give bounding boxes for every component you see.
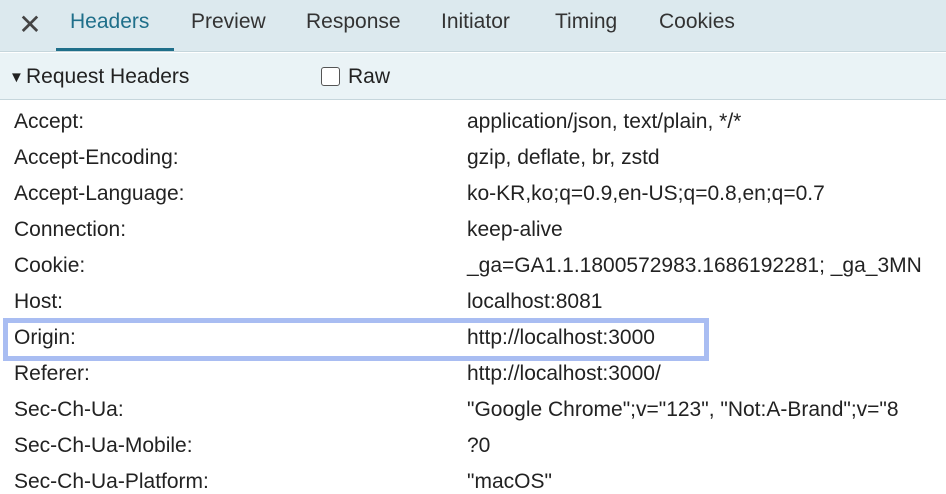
header-value: "macOS": [467, 470, 552, 493]
expand-triangle-icon[interactable]: ▼: [9, 69, 24, 86]
header-key: Referer:: [14, 362, 90, 385]
header-value: ?0: [467, 434, 491, 457]
tab-initiator[interactable]: Initiator: [441, 10, 510, 40]
header-row[interactable]: Connection: keep-alive: [0, 212, 946, 248]
tab-preview[interactable]: Preview: [191, 10, 266, 40]
header-value: http://localhost:3000: [467, 326, 655, 349]
tab-timing[interactable]: Timing: [555, 10, 617, 40]
header-key: Connection:: [14, 218, 127, 241]
header-value: keep-alive: [467, 218, 563, 241]
header-key: Host:: [14, 290, 64, 313]
header-row[interactable]: Sec-Ch-Ua-Mobile: ?0: [0, 428, 946, 464]
header-row[interactable]: Origin: http://localhost:3000: [0, 320, 946, 356]
header-row[interactable]: Sec-Ch-Ua-Platform: "macOS": [0, 464, 946, 494]
raw-label[interactable]: Raw: [348, 65, 390, 89]
close-icon[interactable]: ✕: [12, 9, 48, 41]
header-row[interactable]: Referer: http://localhost:3000/: [0, 356, 946, 392]
header-row[interactable]: Accept-Language: ko-KR,ko;q=0.9,en-US;q=0…: [0, 176, 946, 212]
header-row[interactable]: Accept: application/json, text/plain, */*: [0, 104, 946, 140]
header-value: gzip, deflate, br, zstd: [467, 146, 660, 169]
tab-cookies[interactable]: Cookies: [659, 10, 735, 40]
header-key: Origin:: [14, 326, 76, 349]
header-value: "Google Chrome";v="123", "Not:A-Brand";v…: [467, 398, 899, 421]
header-value: _ga=GA1.1.1800572983.1686192281; _ga_3MN: [467, 254, 922, 277]
tab-bar: ✕ Headers Preview Response Initiator Tim…: [0, 0, 946, 52]
header-value: localhost:8081: [467, 290, 603, 313]
header-value: http://localhost:3000/: [467, 362, 661, 385]
active-tab-indicator: [56, 48, 174, 51]
header-key: Sec-Ch-Ua:: [14, 398, 124, 421]
devtools-network-headers-panel: ✕ Headers Preview Response Initiator Tim…: [0, 0, 946, 494]
header-key: Sec-Ch-Ua-Platform:: [14, 470, 209, 493]
request-headers-section-header[interactable]: ▼ Request Headers Raw: [0, 53, 946, 100]
section-title[interactable]: Request Headers: [26, 65, 189, 89]
header-key: Accept-Encoding:: [14, 146, 179, 169]
header-value: application/json, text/plain, */*: [467, 110, 742, 133]
header-key: Sec-Ch-Ua-Mobile:: [14, 434, 193, 457]
header-row[interactable]: Accept-Encoding: gzip, deflate, br, zstd: [0, 140, 946, 176]
raw-checkbox[interactable]: [321, 67, 340, 86]
header-row[interactable]: Cookie: _ga=GA1.1.1800572983.1686192281; …: [0, 248, 946, 284]
header-key: Accept:: [14, 110, 85, 133]
header-key: Accept-Language:: [14, 182, 185, 205]
tab-headers[interactable]: Headers: [70, 10, 149, 40]
tab-response[interactable]: Response: [306, 10, 401, 40]
header-row[interactable]: Host: localhost:8081: [0, 284, 946, 320]
header-row[interactable]: Sec-Ch-Ua: "Google Chrome";v="123", "Not:…: [0, 392, 946, 428]
header-value: ko-KR,ko;q=0.9,en-US;q=0.8,en;q=0.7: [467, 182, 825, 205]
header-key: Cookie:: [14, 254, 86, 277]
